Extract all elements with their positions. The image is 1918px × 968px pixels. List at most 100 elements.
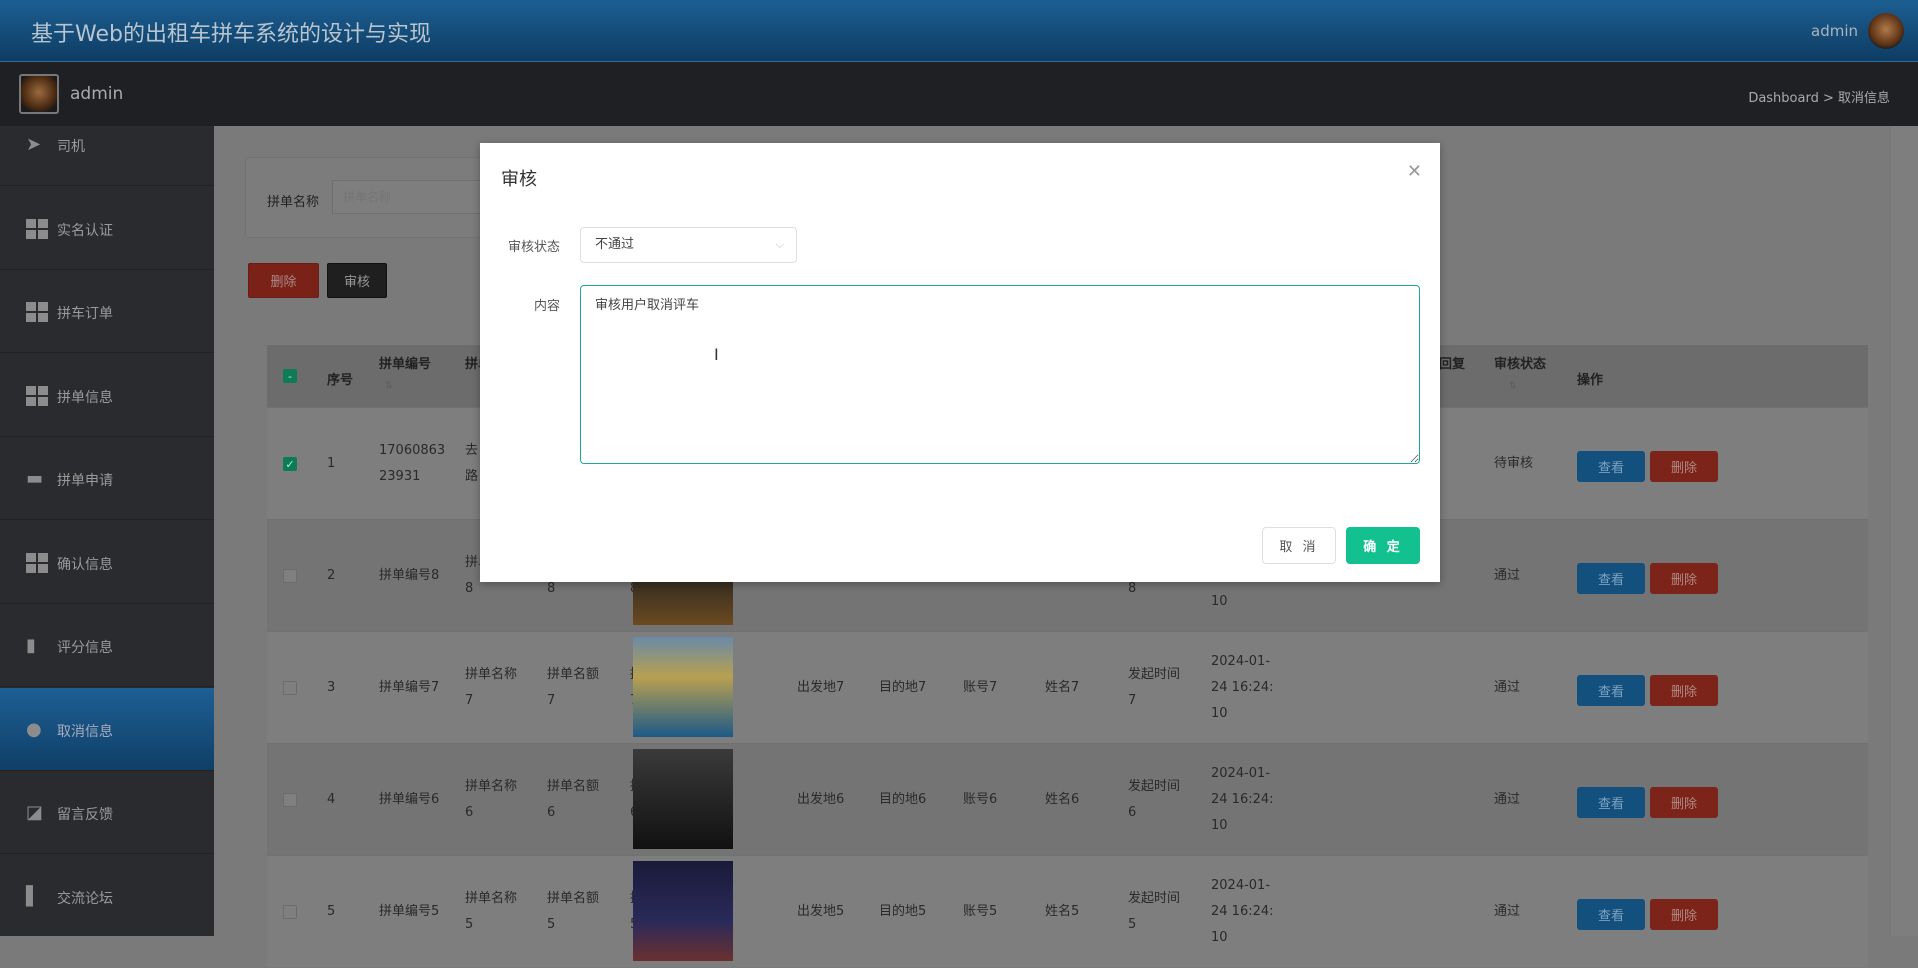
sidebar: ➤ 司机 实名认证拼车订单拼单信息 ▬ 拼单申请确认信息 ▮ 评分信息 ● 取消信息 ◪ 留言反馈 ▌…: [0, 126, 214, 936]
cell-account: 账号6: [963, 792, 998, 807]
content-label: 内容: [533, 299, 560, 314]
col-index: 序号: [327, 373, 354, 388]
status-value: 不通过: [595, 237, 635, 252]
bar-chart-icon: ▮: [26, 635, 36, 656]
view-button[interactable]: 查看: [1577, 563, 1645, 594]
row-checkbox[interactable]: ✓: [283, 457, 297, 471]
row-checkbox[interactable]: [283, 681, 297, 695]
order-image[interactable]: [633, 861, 733, 961]
cell-start: 发起时间 6: [1128, 779, 1181, 820]
sort-icon[interactable]: ⇅: [385, 381, 393, 391]
cancel-button[interactable]: 取 消: [1262, 527, 1336, 564]
avatar: [19, 74, 59, 114]
cell-name: 拼单名称 5: [465, 891, 518, 932]
view-button[interactable]: 查看: [1577, 675, 1645, 706]
cell-time: 2024-01- 24 16:24: 10: [1211, 766, 1274, 833]
audit-dialog: 审核 ✕ 审核状态 不通过 ⌵ 内容 审核用户取消评车 I 取 消 确 定: [480, 143, 1440, 582]
top-username[interactable]: admin: [1811, 22, 1858, 40]
sidebar-item-label: 拼单信息: [57, 389, 113, 406]
sidebar-item-label: 拼车订单: [57, 306, 113, 322]
cell-index: 1: [327, 456, 336, 471]
col-code[interactable]: 拼单编号: [379, 353, 431, 372]
cell-status: 通过: [1494, 792, 1521, 807]
cell-index: 2: [327, 568, 336, 583]
view-button[interactable]: 查看: [1577, 899, 1645, 930]
page-scrollbar[interactable]: [1890, 126, 1918, 936]
audit-button[interactable]: 审核: [327, 263, 387, 298]
row-checkbox[interactable]: [283, 793, 297, 807]
app-title: 基于Web的出租车拼车系统的设计与实现: [31, 22, 431, 47]
cell-time: 2024-01- 24 16:24: 10: [1211, 654, 1274, 721]
cell-person: 姓名5: [1045, 904, 1080, 919]
cell-name: 去 路: [465, 443, 479, 484]
cell-status: 通过: [1494, 904, 1521, 919]
order-image[interactable]: [633, 637, 733, 737]
top-avatar[interactable]: [1868, 13, 1904, 49]
sidebar-item-1[interactable]: 实名认证: [0, 187, 214, 270]
sidebar-item-8[interactable]: ◪ 留言反馈: [0, 771, 214, 854]
row-checkbox[interactable]: [283, 569, 297, 583]
cell-from: 出发地5: [797, 904, 845, 919]
cell-index: 4: [327, 792, 336, 807]
delete-button[interactable]: 删除: [1650, 451, 1718, 482]
sidebar-item-label: 拼单申请: [57, 473, 113, 489]
cell-name: 拼单名称 7: [465, 667, 518, 708]
cell-from: 出发地7: [797, 680, 845, 695]
sidebar-item-label: 确认信息: [57, 556, 113, 573]
select-all-checkbox[interactable]: -: [283, 369, 297, 383]
grid-icon: [26, 385, 48, 406]
delete-button[interactable]: 删除: [1650, 563, 1718, 594]
col-status[interactable]: 审核状态: [1494, 353, 1546, 372]
sidebar-item-5[interactable]: 确认信息: [0, 521, 214, 604]
view-button[interactable]: 查看: [1577, 451, 1645, 482]
table-row: 5拼单编号5拼单名称 5拼单名额 5拼单价格 5出发地5目的地5账号5姓名5发起…: [267, 855, 1868, 967]
sidebar-item-2[interactable]: 拼车订单: [0, 270, 214, 353]
cell-index: 5: [327, 904, 336, 919]
cell-start: 发起时间 5: [1128, 891, 1181, 932]
grid-icon: [26, 218, 48, 239]
sidebar-item-0[interactable]: ➤ 司机: [0, 126, 214, 186]
sidebar-item-label: 司机: [57, 139, 85, 155]
table-row: 3拼单编号7拼单名称 7拼单名额 7拼单价格 7出发地7目的地7账号7姓名7发起…: [267, 631, 1868, 743]
close-icon[interactable]: ✕: [1407, 161, 1422, 182]
confirm-button[interactable]: 确 定: [1346, 527, 1420, 564]
cell-quota: 拼单名额 6: [547, 779, 600, 820]
cell-status: 待审核: [1494, 456, 1534, 471]
cell-quota: 拼单名额 5: [547, 891, 600, 932]
ticket-icon: ▬: [26, 468, 44, 489]
delete-button[interactable]: 删除: [1650, 787, 1718, 818]
cell-quota: 拼单名额 7: [547, 667, 600, 708]
sidebar-item-label: 取消信息: [57, 723, 113, 740]
sidebar-item-7[interactable]: ● 取消信息: [0, 687, 214, 771]
sidebar-username: admin: [70, 84, 124, 104]
status-select[interactable]: 不通过 ⌵: [580, 227, 797, 263]
delete-button[interactable]: 删除: [1650, 899, 1718, 930]
status-label: 审核状态: [507, 240, 560, 255]
grid-icon: [26, 302, 48, 322]
content-textarea[interactable]: 审核用户取消评车: [580, 285, 1420, 464]
cell-start: 发起时间 7: [1128, 667, 1181, 708]
col-reply: 回复: [1439, 357, 1466, 372]
row-checkbox[interactable]: [283, 905, 297, 919]
chevron-down-icon: ⌵: [775, 238, 784, 251]
sidebar-item-6[interactable]: ▮ 评分信息: [0, 604, 214, 687]
order-image[interactable]: [633, 749, 733, 849]
grid-icon: [26, 552, 48, 573]
delete-button[interactable]: 删除: [1650, 675, 1718, 706]
sort-icon[interactable]: ⇅: [1509, 381, 1517, 391]
dialog-title: 审核: [501, 169, 537, 190]
sidebar-item-4[interactable]: ▬ 拼单申请: [0, 437, 214, 520]
cell-code: 拼单编号6: [379, 792, 440, 807]
bulk-delete-button[interactable]: 删除: [248, 263, 319, 298]
sidebar-item-3[interactable]: 拼单信息: [0, 354, 214, 437]
text-cursor-icon: I: [714, 345, 719, 364]
sidebar-item-label: 交流论坛: [57, 890, 113, 907]
breadcrumb: Dashboard > 取消信息: [1748, 91, 1890, 106]
col-actions: 操作: [1577, 373, 1604, 388]
cell-person: 姓名7: [1045, 680, 1080, 695]
view-button[interactable]: 查看: [1577, 787, 1645, 818]
cell-code: 17060863 23931: [379, 443, 446, 484]
sidebar-item-9[interactable]: ▌ 交流论坛: [0, 855, 214, 937]
cell-to: 目的地5: [879, 904, 927, 919]
cell-person: 姓名6: [1045, 792, 1080, 807]
